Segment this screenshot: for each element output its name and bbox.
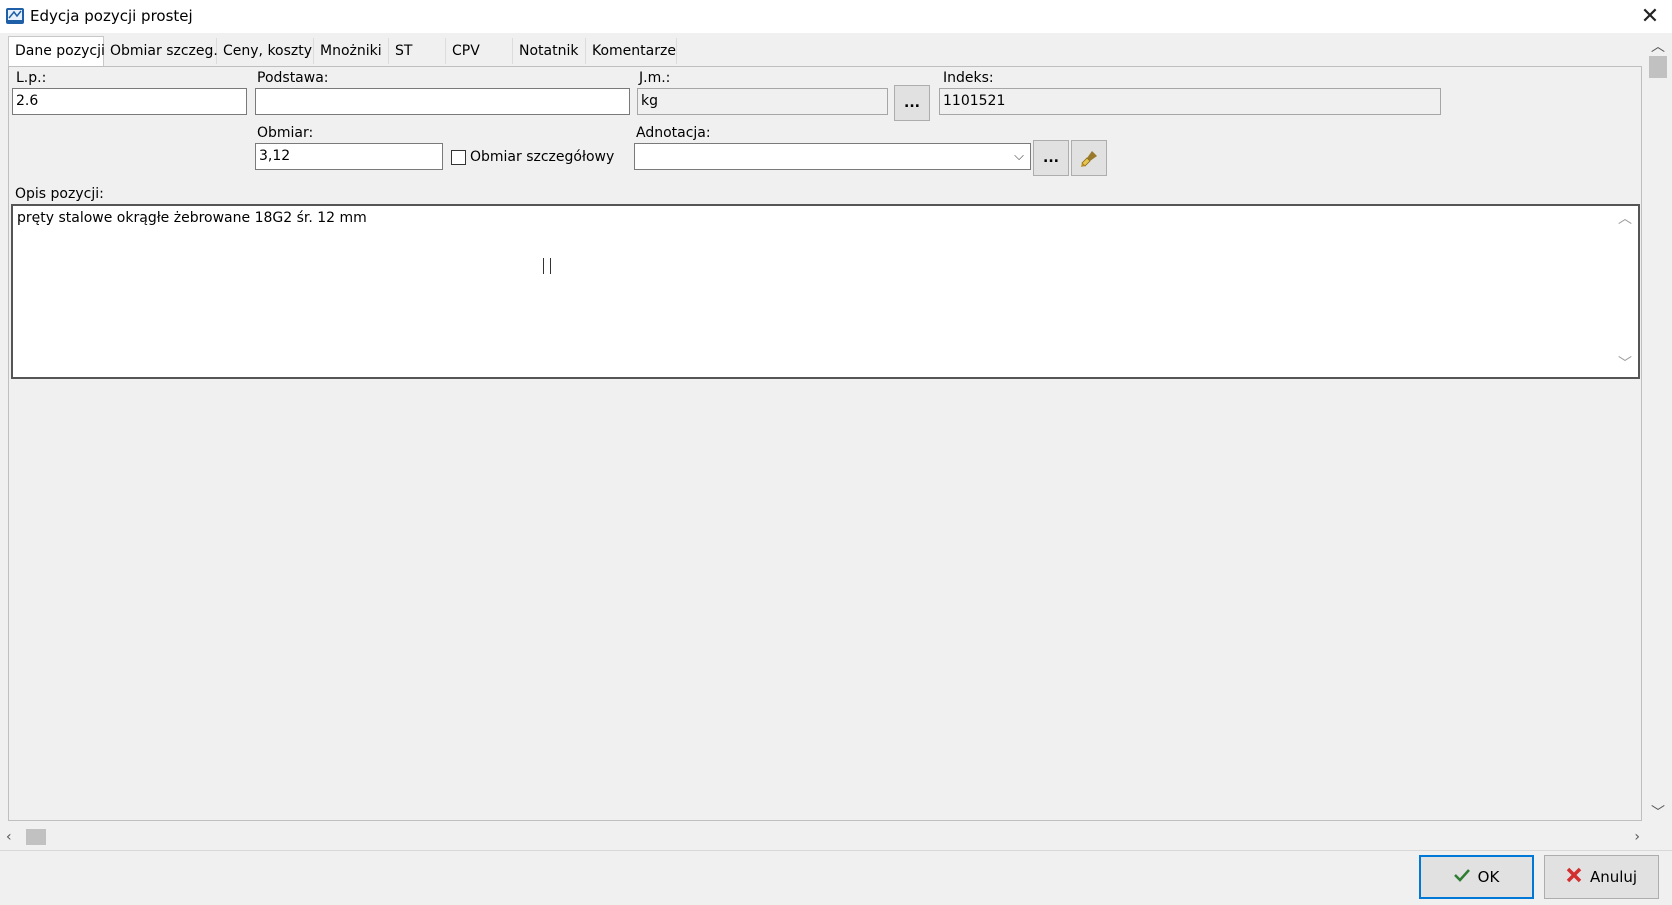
chevron-down-icon[interactable]: ⌵ — [1014, 144, 1024, 169]
obmiar-field[interactable]: 3,12 — [255, 143, 443, 170]
scroll-right-icon[interactable]: › — [1634, 830, 1640, 844]
lp-field[interactable]: 2.6 — [12, 88, 247, 115]
cancel-label: Anuluj — [1589, 868, 1638, 886]
vertical-scrollbar[interactable]: ︿ ﹀ — [1646, 36, 1670, 824]
indeks-field[interactable]: 1101521 — [939, 88, 1441, 115]
tab-obmiar-szczeg[interactable]: Obmiar szczeg. — [104, 38, 218, 64]
horizontal-scroll-thumb[interactable] — [26, 829, 46, 845]
tab-cpv[interactable]: CPV — [446, 38, 513, 64]
obmiar-label: Obmiar: — [257, 125, 314, 141]
brush-icon — [1079, 148, 1099, 182]
window-title: Edycja pozycji prostej — [30, 7, 193, 25]
close-icon[interactable]: ✕ — [1636, 4, 1664, 30]
jm-browse-button[interactable]: ... — [894, 85, 930, 121]
checkmark-icon — [1453, 868, 1470, 886]
lp-label: L.p.: — [16, 70, 47, 86]
app-icon — [5, 6, 25, 26]
tab-dane-pozycji[interactable]: Dane pozycji — [8, 36, 105, 66]
cancel-button[interactable]: Anuluj — [1544, 855, 1659, 899]
cancel-x-icon — [1566, 867, 1582, 887]
textarea-scroll-down-icon[interactable]: ﹀ — [1618, 357, 1632, 371]
tab-komentarze[interactable]: Komentarze — [586, 38, 677, 64]
title-bar: Edycja pozycji prostej ✕ — [0, 0, 1672, 33]
obmiar-szczegolowy-label[interactable]: Obmiar szczegółowy — [470, 149, 614, 165]
adnotacja-label: Adnotacja: — [636, 125, 711, 141]
podstawa-label: Podstawa: — [257, 70, 329, 86]
obmiar-szczegolowy-checkbox[interactable] — [451, 150, 466, 165]
tab-st[interactable]: ST — [389, 38, 446, 64]
opis-text: pręty stalowe okrągłe żebrowane 18G2 śr.… — [17, 210, 367, 226]
ok-button[interactable]: OK — [1419, 855, 1534, 899]
scroll-down-icon[interactable]: ﹀ — [1651, 806, 1665, 820]
adnotacja-combo[interactable]: ⌵ — [634, 143, 1031, 170]
opis-textarea[interactable]: pręty stalowe okrągłe żebrowane 18G2 śr.… — [11, 204, 1640, 379]
indeks-label: Indeks: — [943, 70, 994, 86]
tab-mnozniki[interactable]: Mnożniki — [314, 38, 389, 64]
scroll-left-icon[interactable]: ‹ — [6, 830, 12, 844]
tab-notatnik[interactable]: Notatnik — [513, 38, 586, 64]
tab-ceny-koszty[interactable]: Ceny, koszty — [217, 38, 314, 64]
tab-panel — [8, 66, 1642, 821]
textarea-scroll-up-icon[interactable]: ︿ — [1618, 212, 1632, 226]
vertical-scroll-thumb[interactable] — [1649, 56, 1667, 78]
horizontal-scrollbar[interactable]: ‹ › — [0, 826, 1646, 848]
jm-field[interactable]: kg — [637, 88, 888, 115]
clear-brush-button[interactable] — [1071, 140, 1107, 176]
adnotacja-browse-button[interactable]: ... — [1033, 140, 1069, 176]
ok-label: OK — [1477, 868, 1500, 886]
podstawa-field[interactable] — [255, 88, 630, 115]
text-cursor-icon — [543, 258, 551, 274]
opis-label: Opis pozycji: — [15, 186, 104, 202]
scroll-up-icon[interactable]: ︿ — [1651, 40, 1665, 54]
jm-label: J.m.: — [639, 70, 671, 86]
